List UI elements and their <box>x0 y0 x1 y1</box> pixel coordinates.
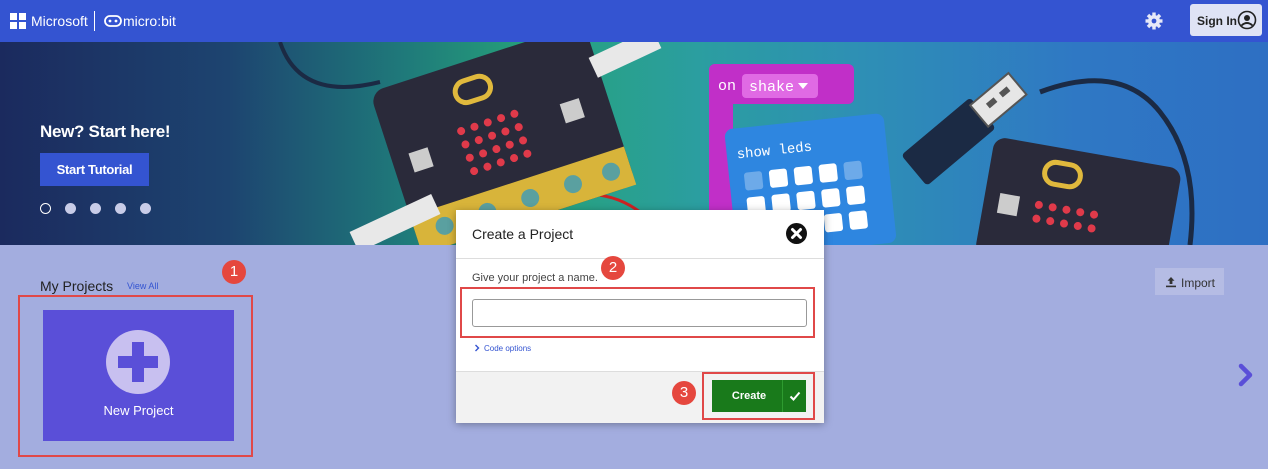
view-all-link[interactable]: View All <box>127 281 158 291</box>
highlight-new-project <box>18 295 253 457</box>
dialog-divider <box>456 258 824 259</box>
start-tutorial-button[interactable]: Start Tutorial <box>40 153 149 186</box>
hero-title: New? Start here! <box>40 122 171 141</box>
brand-divider <box>94 11 95 31</box>
top-bar: Microsoft micro:bit Sign In <box>0 0 1268 42</box>
carousel-dot-1[interactable] <box>40 203 51 214</box>
highlight-name-input <box>460 287 815 338</box>
code-options-label: Code options <box>484 344 532 353</box>
highlight-create-button <box>702 372 815 420</box>
sign-in-button[interactable]: Sign In <box>1190 4 1262 36</box>
carousel-dot-3[interactable] <box>90 203 101 214</box>
carousel-dot-5[interactable] <box>140 203 151 214</box>
user-circle-icon <box>1237 10 1257 30</box>
step-badge-2: 2 <box>601 256 625 280</box>
dialog-title: Create a Project <box>472 226 574 242</box>
carousel-dot-4[interactable] <box>115 203 126 214</box>
svg-text:on: on <box>718 78 736 95</box>
step-badge-3: 3 <box>672 381 696 405</box>
import-button[interactable]: Import <box>1155 268 1224 295</box>
chevron-right-icon <box>475 344 480 352</box>
close-icon[interactable] <box>786 223 807 244</box>
microsoft-brand: Microsoft <box>31 13 88 29</box>
step-badge-1: 1 <box>222 260 246 284</box>
my-projects-heading: My Projects <box>40 278 114 294</box>
project-name-prompt: Give your project a name. <box>472 272 598 284</box>
microsoft-logo-icon <box>10 13 26 29</box>
microbit-brand: micro:bit <box>123 13 176 29</box>
sign-in-label: Sign In <box>1197 14 1237 28</box>
import-label: Import <box>1181 276 1216 290</box>
carousel-dot-2[interactable] <box>65 203 76 214</box>
carousel-dots <box>40 203 151 214</box>
svg-text:shake: shake <box>749 79 794 96</box>
code-options-toggle[interactable]: Code options <box>473 344 531 353</box>
chevron-right-icon[interactable] <box>1238 363 1254 387</box>
gear-icon[interactable] <box>1144 11 1164 31</box>
microbit-logo-icon <box>104 15 122 27</box>
upload-icon <box>1166 277 1176 288</box>
